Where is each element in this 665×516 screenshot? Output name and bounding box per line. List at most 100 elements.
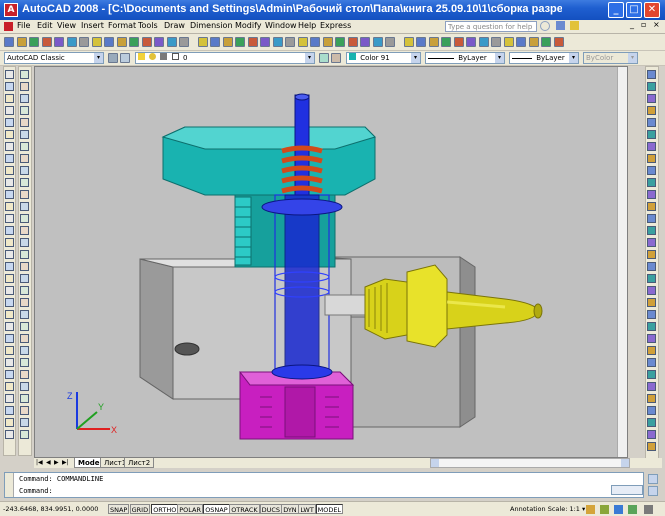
close-button[interactable]: ✕: [644, 2, 660, 18]
draw-tool-icon[interactable]: [5, 94, 14, 103]
menu-draw[interactable]: Draw: [164, 21, 185, 30]
modify-tool-icon[interactable]: [20, 166, 29, 175]
draw-tool-icon[interactable]: [5, 190, 14, 199]
modify-tool-icon[interactable]: [20, 286, 29, 295]
toolbar-tool-icon[interactable]: [347, 37, 358, 47]
menu-help[interactable]: Help: [298, 21, 316, 30]
modify-tool-icon[interactable]: [20, 130, 29, 139]
toolbar-tool-icon[interactable]: [79, 37, 89, 47]
autocad-app-icon[interactable]: A: [4, 3, 18, 17]
toolbar-tool-icon[interactable]: [16, 37, 27, 47]
view-tool-icon[interactable]: [647, 202, 656, 211]
status-toggle-polar[interactable]: POLAR: [177, 504, 203, 514]
modify-tool-icon[interactable]: [20, 238, 29, 247]
status-toggle-lwt[interactable]: LWT: [298, 504, 316, 514]
chevron-down-icon[interactable]: ▾: [569, 53, 578, 63]
modify-tool-icon[interactable]: [20, 358, 29, 367]
view-tool-icon[interactable]: [647, 358, 656, 367]
toolbar-tool-icon[interactable]: [385, 37, 395, 47]
modify-tool-icon[interactable]: [20, 118, 29, 127]
view-tool-icon[interactable]: [647, 94, 656, 103]
doc-close-button[interactable]: ×: [653, 20, 660, 29]
modify-tool-icon[interactable]: [20, 262, 29, 271]
toolbar-tool-icon[interactable]: [54, 37, 64, 47]
menu-window[interactable]: Window: [265, 21, 297, 30]
scroll-up-arrow-icon[interactable]: [648, 474, 658, 484]
toolbar-tool-icon[interactable]: [322, 37, 333, 47]
minimize-button[interactable]: _: [608, 2, 624, 18]
toolbar-tool-icon[interactable]: [4, 37, 14, 47]
draw-tool-icon[interactable]: [5, 130, 14, 139]
status-toggle-otrack[interactable]: OTRACK: [229, 504, 260, 514]
draw-tool-icon[interactable]: [5, 358, 14, 367]
model-viewport[interactable]: Z X Y: [34, 66, 628, 458]
modify-tool-icon[interactable]: [20, 334, 29, 343]
view-tool-icon[interactable]: [647, 178, 656, 187]
toolbar-lock-icon[interactable]: [614, 505, 623, 514]
lineweight-select[interactable]: ByLayer ▾: [509, 52, 579, 64]
draw-tool-icon[interactable]: [5, 250, 14, 259]
view-tool-icon[interactable]: [647, 346, 656, 355]
toolbar-tool-icon[interactable]: [441, 37, 451, 47]
toolbar-tool-icon[interactable]: [179, 37, 189, 47]
coordinate-readout[interactable]: -243.6468, 834.9951, 0.0000: [3, 505, 98, 513]
toolbar-tool-icon[interactable]: [335, 37, 345, 47]
menu-edit[interactable]: Edit: [37, 21, 53, 30]
view-tool-icon[interactable]: [647, 310, 656, 319]
view-tool-icon[interactable]: [647, 70, 656, 79]
toolbar-tool-icon[interactable]: [416, 37, 426, 47]
draw-tool-icon[interactable]: [5, 286, 14, 295]
draw-tool-icon[interactable]: [5, 346, 14, 355]
communication-center-icon[interactable]: [556, 21, 565, 30]
cyan-cap-nut[interactable]: [161, 126, 376, 268]
scroll-right-arrow-icon[interactable]: [621, 459, 629, 467]
status-toggle-ducs[interactable]: DUCS: [259, 504, 283, 514]
command-scrollbar[interactable]: [611, 485, 643, 495]
modify-tool-icon[interactable]: [20, 430, 29, 439]
toolbar-tool-icon[interactable]: [403, 37, 414, 47]
status-toggle-grid[interactable]: GRID: [129, 504, 151, 514]
view-tool-icon[interactable]: [647, 130, 656, 139]
toolbar-tool-icon[interactable]: [516, 37, 526, 47]
next-tab-button[interactable]: ▶: [54, 459, 59, 466]
toolbar-tool-icon[interactable]: [491, 37, 501, 47]
magenta-base-fitting[interactable]: [238, 371, 355, 440]
toolbar-tool-icon[interactable]: [541, 37, 551, 47]
view-tool-icon[interactable]: [647, 382, 656, 391]
view-tool-icon[interactable]: [647, 154, 656, 163]
view-tool-icon[interactable]: [647, 394, 656, 403]
chevron-down-icon[interactable]: ▾: [411, 53, 420, 63]
modify-tool-icon[interactable]: [20, 370, 29, 379]
scroll-down-arrow-icon[interactable]: [648, 486, 658, 496]
chevron-down-icon[interactable]: ▾: [495, 53, 504, 63]
view-tool-icon[interactable]: [647, 274, 656, 283]
modify-tool-icon[interactable]: [20, 382, 29, 391]
draw-tool-icon[interactable]: [5, 274, 14, 283]
modify-tool-icon[interactable]: [20, 142, 29, 151]
toolbar-tool-icon[interactable]: [453, 37, 464, 47]
document-icon[interactable]: [4, 22, 13, 31]
toolbar-tool-icon[interactable]: [528, 37, 539, 47]
menu-modify[interactable]: Modify: [235, 21, 262, 30]
modify-tool-icon[interactable]: [20, 322, 29, 331]
draw-tool-icon[interactable]: [5, 106, 14, 115]
layer-previous-icon[interactable]: [331, 53, 341, 63]
toolbar-tool-icon[interactable]: [360, 37, 370, 47]
toolbar-tool-icon[interactable]: [297, 37, 308, 47]
toolbar-tool-icon[interactable]: [129, 37, 139, 47]
modify-tool-icon[interactable]: [20, 310, 29, 319]
view-tool-icon[interactable]: [647, 370, 656, 379]
toolbar-tool-icon[interactable]: [154, 37, 164, 47]
clean-screen-icon[interactable]: [644, 505, 653, 514]
modify-tool-icon[interactable]: [20, 394, 29, 403]
status-toggle-ortho[interactable]: ORTHO: [151, 504, 179, 514]
auto-scale-icon[interactable]: [600, 505, 609, 514]
draw-tool-icon[interactable]: [5, 118, 14, 127]
status-toggle-model[interactable]: MODEL: [315, 504, 344, 514]
first-tab-button[interactable]: |◀: [36, 459, 43, 466]
draw-tool-icon[interactable]: [5, 82, 14, 91]
chevron-down-icon[interactable]: ▾: [305, 53, 314, 63]
view-tool-icon[interactable]: [647, 238, 656, 247]
menu-dimension[interactable]: Dimension: [190, 21, 233, 30]
modify-tool-icon[interactable]: [20, 106, 29, 115]
